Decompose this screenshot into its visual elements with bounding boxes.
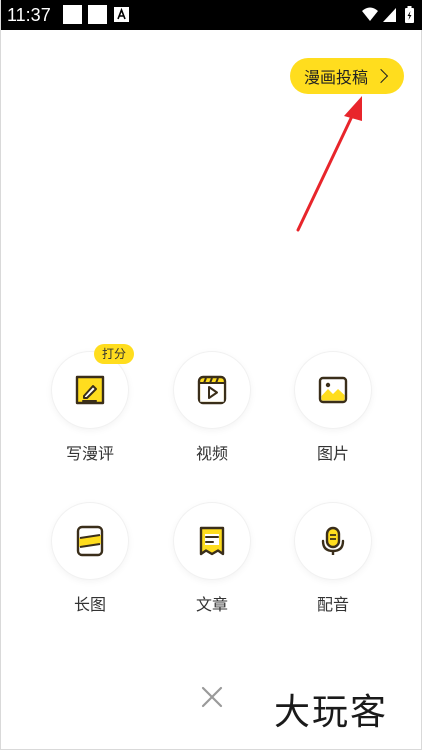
long-image-label: 长图 bbox=[73, 595, 106, 614]
image-label: 图片 bbox=[316, 444, 349, 463]
screen: 11:37 漫画投稿 打分 写漫评 视频 图片 长图 文章 配音 大玩客 bbox=[0, 0, 422, 750]
signal-icon bbox=[383, 8, 396, 22]
score-badge: 打分 bbox=[94, 344, 135, 364]
notification-square-icon bbox=[88, 5, 107, 24]
image-icon bbox=[318, 376, 348, 404]
close-icon[interactable] bbox=[200, 685, 224, 709]
image-button[interactable] bbox=[295, 352, 371, 428]
wifi-icon bbox=[362, 7, 378, 21]
video-label: 视频 bbox=[195, 444, 228, 463]
grid-item-article[interactable]: 文章 bbox=[162, 503, 262, 633]
microphone-icon bbox=[321, 526, 345, 555]
video-icon bbox=[197, 375, 227, 405]
video-button[interactable] bbox=[174, 352, 250, 428]
article-icon bbox=[199, 526, 225, 556]
long-image-button[interactable] bbox=[52, 503, 128, 579]
comic-submit-button[interactable]: 漫画投稿 bbox=[290, 58, 404, 94]
dubbing-label: 配音 bbox=[316, 595, 349, 614]
grid-item-long-image[interactable]: 长图 bbox=[40, 503, 140, 633]
battery-charging-icon bbox=[405, 6, 414, 23]
grid-item-dubbing[interactable]: 配音 bbox=[283, 503, 383, 633]
dubbing-button[interactable] bbox=[295, 503, 371, 579]
status-time: 11:37 bbox=[7, 5, 51, 25]
write-review-button[interactable]: 打分 bbox=[52, 344, 135, 428]
comic-submit-label: 漫画投稿 bbox=[303, 68, 368, 87]
write-review-label: 写漫评 bbox=[65, 444, 114, 463]
chevron-right-icon bbox=[373, 68, 389, 84]
a-box-icon bbox=[114, 7, 129, 22]
notification-square-icon bbox=[63, 5, 82, 24]
long-image-icon bbox=[76, 525, 104, 557]
article-label: 文章 bbox=[195, 595, 228, 614]
watermark-text: 大玩客 bbox=[274, 692, 389, 733]
grid-item-image[interactable]: 图片 bbox=[283, 352, 383, 482]
edit-note-icon bbox=[75, 375, 105, 405]
annotation-arrow bbox=[296, 96, 362, 232]
grid-item-video[interactable]: 视频 bbox=[162, 352, 262, 482]
article-button[interactable] bbox=[174, 503, 250, 579]
grid-item-write-review[interactable]: 打分 写漫评 bbox=[40, 344, 140, 482]
status-right-icons bbox=[362, 6, 414, 23]
status-bar: 11:37 bbox=[1, 0, 422, 30]
